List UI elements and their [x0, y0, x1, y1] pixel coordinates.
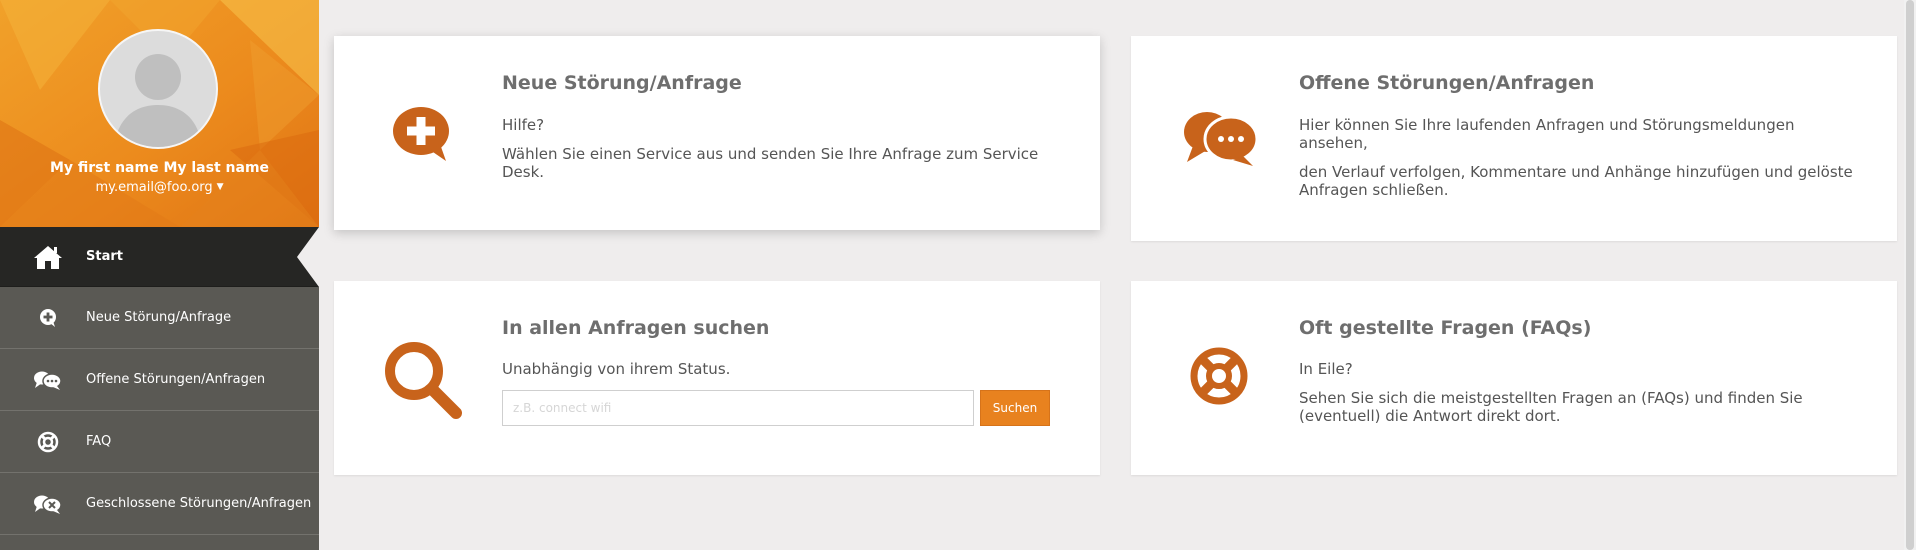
sidebar-nav: Start Neue Störung/Anfrage Offene Störun… — [0, 227, 319, 535]
sidebar-item-faq[interactable]: FAQ — [0, 411, 319, 473]
search-input[interactable] — [502, 390, 974, 426]
user-name: My first name My last name — [49, 160, 270, 176]
sidebar-item-new-request[interactable]: Neue Störung/Anfrage — [0, 287, 319, 349]
caret-down-icon: ▼ — [216, 182, 224, 192]
card-text: Wählen Sie einen Service aus und senden … — [502, 145, 1039, 181]
user-email-dropdown[interactable]: my.email@foo.org ▼ — [0, 180, 319, 195]
card-open-requests[interactable]: Offene Störungen/Anfragen Hier können Si… — [1131, 36, 1897, 241]
user-silhouette-icon — [114, 54, 202, 147]
sidebar-item-open-requests[interactable]: Offene Störungen/Anfragen — [0, 349, 319, 411]
user-email: my.email@foo.org — [95, 180, 213, 195]
card-title: Offene Störungen/Anfragen — [1299, 72, 1595, 94]
card-search: In allen Anfragen suchen Unabhängig von … — [334, 281, 1100, 475]
chat-bubbles-icon — [33, 365, 63, 395]
card-title: Neue Störung/Anfrage — [502, 72, 742, 94]
plus-bubble-icon — [392, 106, 452, 166]
card-text: den Verlauf verfolgen, Kommentare und An… — [1299, 163, 1853, 199]
sidebar-item-start[interactable]: Start — [0, 227, 319, 287]
sidebar-item-closed-requests[interactable]: Geschlossene Störungen/Anfragen — [0, 473, 319, 535]
magnifier-icon — [382, 339, 462, 423]
sidebar-item-label: Geschlossene Störungen/Anfragen — [86, 496, 312, 511]
sidebar-item-label: Neue Störung/Anfrage — [86, 310, 232, 325]
card-text: In Eile? — [1299, 360, 1353, 378]
card-text: Unabhängig von ihrem Status. — [502, 360, 731, 378]
sidebar: My first name My last name my.email@foo.… — [0, 0, 319, 550]
card-new-request[interactable]: Neue Störung/Anfrage Hilfe? Wählen Sie e… — [334, 36, 1100, 230]
search-button[interactable]: Suchen — [980, 390, 1050, 426]
avatar[interactable] — [98, 29, 218, 149]
profile-header: My first name My last name my.email@foo.… — [0, 0, 319, 227]
card-faq[interactable]: Oft gestellte Fragen (FAQs) In Eile? Seh… — [1131, 281, 1897, 475]
plus-bubble-icon — [33, 303, 63, 333]
closed-bubbles-icon — [33, 489, 63, 519]
card-title: Oft gestellte Fragen (FAQs) — [1299, 317, 1592, 339]
card-text: Hier können Sie Ihre laufenden Anfragen … — [1299, 116, 1795, 152]
card-title: In allen Anfragen suchen — [502, 317, 770, 339]
sidebar-item-label: Start — [86, 249, 123, 264]
scrollbar-thumb[interactable] — [1906, 0, 1914, 550]
lifebuoy-icon — [33, 427, 63, 457]
chat-bubbles-icon — [1183, 110, 1259, 170]
home-icon — [33, 242, 63, 272]
card-text: Hilfe? — [502, 116, 545, 134]
card-text: Sehen Sie sich die meistgestellten Frage… — [1299, 389, 1803, 425]
sidebar-item-label: Offene Störungen/Anfragen — [86, 372, 266, 387]
page-scrollbar[interactable] — [1904, 0, 1916, 550]
sidebar-item-label: FAQ — [86, 434, 112, 449]
lifebuoy-icon — [1189, 346, 1249, 410]
